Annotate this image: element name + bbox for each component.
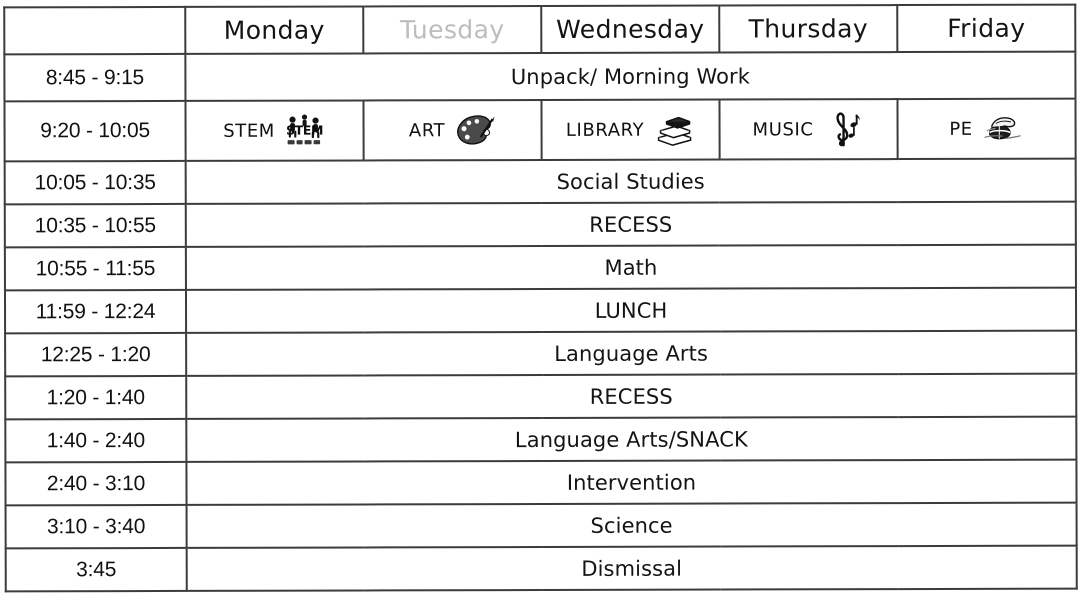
schedule-row: 2:40 - 3:10 Intervention [5,459,1077,506]
treble-clef-icon [823,109,865,149]
time-slot-cell: 1:40 - 2:40 [5,418,187,463]
schedule-row: 1:40 - 2:40 Language Arts/SNACK [5,416,1077,463]
time-slot-cell: 3:45 [5,547,187,592]
activity-cell: Science [186,502,1077,548]
svg-text:STEM: STEM [286,123,323,138]
special-content: STEM STEM [193,110,357,150]
activity-cell: LUNCH [185,287,1077,333]
time-slot-cell: 10:05 - 10:35 [4,160,186,205]
special-label: MUSIC [752,118,814,140]
schedule-row: 10:55 - 11:55 Math [4,244,1076,291]
sports-ball-icon [982,109,1024,149]
schedule-row: 1:20 - 1:40 RECESS [5,373,1077,420]
day-header-tuesday: Tuesday [363,5,542,54]
activity-cell: Math [185,244,1076,290]
time-slot-cell: 10:35 - 10:55 [4,203,186,248]
time-slot-cell: 2:40 - 3:10 [5,461,187,506]
special-content: PE [905,109,1069,149]
time-slot-cell: 8:45 - 9:15 [4,53,186,102]
special-content: MUSIC [727,109,891,149]
activity-cell: Social Studies [185,158,1076,204]
schedule-row: 3:10 - 3:40 Science [5,502,1077,549]
paint-palette-icon [454,110,496,150]
time-slot-cell: 1:20 - 1:40 [5,375,187,420]
day-header-monday: Monday [185,6,364,54]
schedule-row: 8:45 - 9:15 Unpack/ Morning Work [4,51,1076,102]
special-cell-art: ART [363,99,542,161]
schedule-row: 12:25 - 1:20 Language Arts [5,330,1077,377]
time-slot-cell: 10:55 - 11:55 [4,246,186,291]
special-cell-pe: PE [897,98,1076,160]
special-cell-stem: STEM STEM [185,100,364,161]
special-label: ART [408,119,446,141]
special-label: STEM [223,120,275,142]
special-cell-music: MUSIC [719,99,898,160]
day-header-thursday: Thursday [719,5,898,53]
header-corner-cell [4,6,186,55]
activity-cell: Language Arts [186,330,1077,376]
activity-cell: Intervention [186,459,1077,505]
time-slot-cell: 3:10 - 3:40 [5,504,187,549]
special-label: LIBRARY [565,119,645,141]
activity-cell: Language Arts/SNACK [186,416,1077,462]
time-slot-cell: 12:25 - 1:20 [5,332,187,377]
schedule-row: 9:20 - 10:05 STEM STEM ART LIBRARY MUSIC… [4,98,1076,162]
special-content: ART [371,110,535,150]
activity-cell: Dismissal [186,545,1077,591]
activity-cell: RECESS [186,373,1077,419]
activity-cell: Unpack/ Morning Work [185,51,1076,101]
schedule-row: 11:59 - 12:24 LUNCH [4,287,1077,334]
schedule-row: 3:45 Dismissal [5,545,1077,592]
special-label: PE [949,118,973,140]
special-cell-library: LIBRARY [541,99,720,160]
weekly-schedule-container: Monday Tuesday Wednesday Thursday Friday 8:45… [0,0,1080,597]
stack-of-books-icon [653,110,695,150]
schedule-row: 10:35 - 10:55 RECESS [4,201,1076,248]
schedule-row: 10:05 - 10:35 Social Studies [4,158,1076,205]
activity-cell: RECESS [185,201,1076,247]
schedule-header-row: Monday Tuesday Wednesday Thursday Friday [4,4,1076,55]
day-header-wednesday: Wednesday [541,5,720,53]
stem-clipart-icon: STEM [284,111,326,151]
special-content: LIBRARY [549,110,713,150]
weekly-schedule-table: Monday Tuesday Wednesday Thursday Friday 8:45… [3,4,1078,593]
time-slot-cell: 11:59 - 12:24 [4,289,187,334]
day-header-friday: Friday [897,4,1076,53]
time-slot-cell: 9:20 - 10:05 [4,100,186,162]
